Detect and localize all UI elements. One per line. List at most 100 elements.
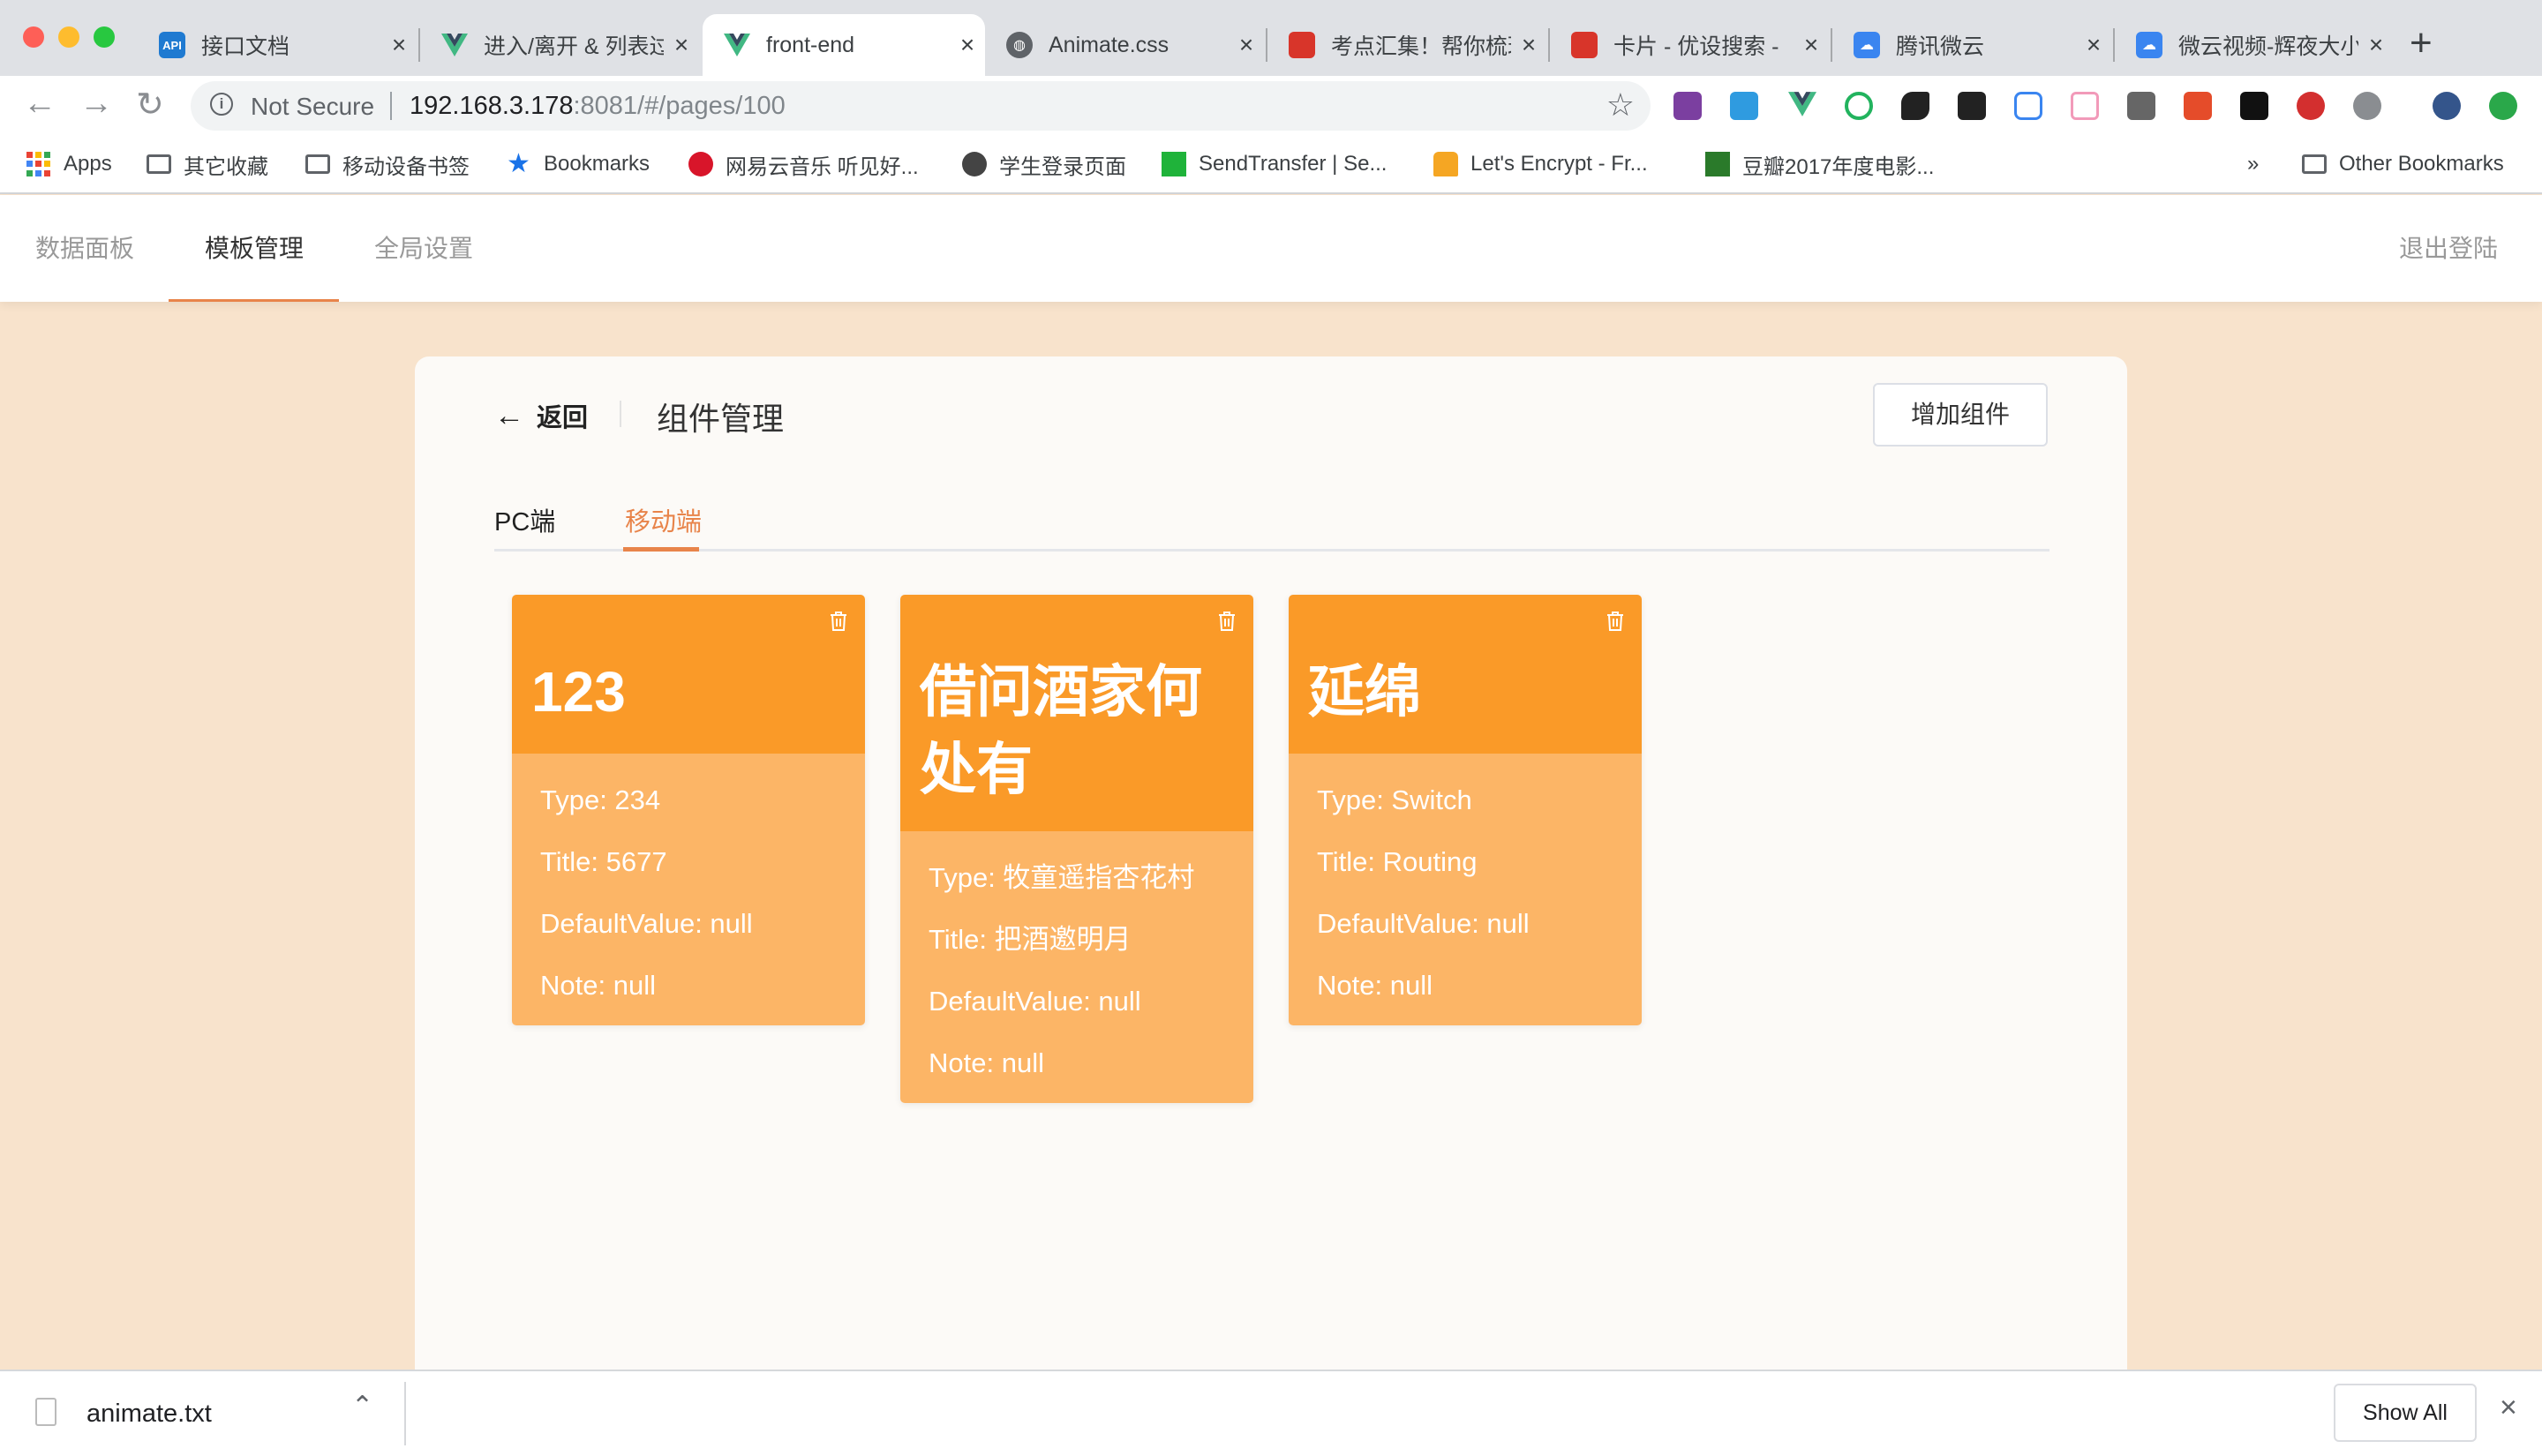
- bookmarks-overflow-button[interactable]: »: [2247, 148, 2259, 180]
- close-window-button[interactable]: [23, 26, 44, 48]
- card-header: 借问酒家何处有: [900, 595, 1253, 831]
- close-tab-icon[interactable]: ×: [950, 31, 985, 59]
- browser-tab[interactable]: API 接口文档 ×: [138, 14, 417, 76]
- close-tab-icon[interactable]: ×: [664, 31, 699, 59]
- bookmark-folder[interactable]: 移动设备书签: [305, 148, 470, 180]
- address-bar[interactable]: i Not Secure 192.168.3.178:8081/#/pages/…: [191, 81, 1651, 131]
- close-tab-icon[interactable]: ×: [1794, 31, 1829, 59]
- back-arrow-icon[interactable]: ←: [23, 85, 56, 123]
- trash-icon[interactable]: [1218, 611, 1236, 632]
- office-extension-icon[interactable]: [2184, 92, 2212, 120]
- screenshot-extension-icon[interactable]: [2127, 92, 2155, 120]
- bookmark-folder[interactable]: 其它收藏: [147, 148, 268, 180]
- bookmark-item[interactable]: 豆瓣2017年度电影...: [1705, 148, 1934, 180]
- close-tab-icon[interactable]: ×: [2076, 31, 2111, 59]
- onenote-extension-icon[interactable]: [1673, 92, 1702, 120]
- security-label[interactable]: Not Secure: [251, 93, 374, 121]
- chevron-up-icon[interactable]: ⌃: [351, 1391, 373, 1422]
- vue-icon: [724, 32, 750, 58]
- nav-template-management[interactable]: 模板管理: [205, 195, 304, 302]
- letsencrypt-icon: [1433, 152, 1458, 176]
- download-extension-icon[interactable]: [2353, 92, 2381, 120]
- browser-tab-active[interactable]: front-end ×: [703, 14, 985, 76]
- window-extension-icon[interactable]: [1730, 92, 1758, 120]
- browser-tab[interactable]: ◍ Animate.css ×: [985, 14, 1264, 76]
- tv-extension-icon[interactable]: [2071, 92, 2099, 120]
- download-file-name[interactable]: animate.txt: [86, 1400, 212, 1429]
- back-arrow-icon: ←: [494, 398, 524, 432]
- trash-icon[interactable]: [830, 611, 847, 632]
- logout-link[interactable]: 退出登陆: [2399, 195, 2498, 302]
- bird-extension-icon[interactable]: [1901, 92, 1929, 120]
- card-title-field: Title: 5677: [540, 846, 667, 877]
- component-management-panel: ← 返回 组件管理 增加组件 PC端 移动端 123 Type: 234 Tit…: [415, 356, 2127, 1371]
- vue-devtools-extension-icon[interactable]: [1788, 92, 1816, 120]
- browser-tab[interactable]: 考点汇集！帮你梳理 ×: [1267, 14, 1546, 76]
- close-tab-icon[interactable]: ×: [381, 31, 417, 59]
- update-icon[interactable]: [2489, 92, 2517, 120]
- app-header: 数据面板 模板管理 全局设置 退出登陆: [0, 195, 2542, 302]
- browser-tab[interactable]: ☁ 微云视频-辉夜大小姐 ×: [2115, 14, 2394, 76]
- reload-icon[interactable]: ↻: [136, 85, 164, 124]
- file-icon: [35, 1398, 56, 1426]
- forward-arrow-icon[interactable]: →: [79, 85, 113, 123]
- close-tab-icon[interactable]: ×: [2358, 31, 2394, 59]
- nav-global-settings[interactable]: 全局设置: [374, 195, 473, 302]
- tab-pc[interactable]: PC端: [494, 501, 555, 538]
- tampermonkey-extension-icon[interactable]: [1958, 92, 1986, 120]
- card-body: Type: 牧童遥指杏花村 Title: 把酒邀明月 DefaultValue:…: [900, 831, 1253, 1103]
- back-button[interactable]: ← 返回: [494, 397, 588, 434]
- tab-title: Animate.css: [1049, 32, 1169, 57]
- globe-icon: [962, 152, 987, 176]
- component-card[interactable]: 延绵 Type: Switch Title: Routing DefaultVa…: [1289, 595, 1642, 1025]
- card-note: Note: null: [1317, 970, 1433, 1001]
- shelf-divider: [404, 1382, 406, 1445]
- bookmark-label: Bookmarks: [544, 152, 651, 176]
- tab-title: 考点汇集！帮你梳理: [1331, 34, 1511, 59]
- browser-tab[interactable]: ☁ 腾讯微云 ×: [1832, 14, 2111, 76]
- sync-extension-icon[interactable]: [1845, 92, 1873, 120]
- card-default-value: DefaultValue: null: [1317, 908, 1530, 939]
- bookmark-label: 移动设备书签: [342, 154, 470, 179]
- cube-extension-icon[interactable]: [2014, 92, 2042, 120]
- browser-tab[interactable]: 卡片 - 优设搜索 - ×: [1550, 14, 1829, 76]
- back-label: 返回: [537, 404, 589, 432]
- card-default-value: DefaultValue: null: [540, 908, 753, 939]
- other-bookmarks-folder[interactable]: Other Bookmarks: [2302, 148, 2504, 180]
- close-icon[interactable]: ×: [2500, 1391, 2517, 1425]
- bookmark-item[interactable]: 网易云音乐 听见好...: [688, 148, 919, 180]
- bookmark-apps[interactable]: Apps: [26, 148, 112, 180]
- profile-avatar[interactable]: [2433, 92, 2461, 120]
- component-card[interactable]: 123 Type: 234 Title: 5677 DefaultValue: …: [512, 595, 865, 1025]
- close-tab-icon[interactable]: ×: [1229, 31, 1264, 59]
- bookmark-item[interactable]: Let's Encrypt - Fr...: [1433, 148, 1648, 180]
- tab-mobile[interactable]: 移动端: [625, 501, 702, 538]
- nav-dashboard[interactable]: 数据面板: [35, 195, 134, 302]
- new-tab-icon[interactable]: +: [2410, 21, 2433, 65]
- api-icon: API: [159, 32, 185, 58]
- bookmark-label: Other Bookmarks: [2339, 152, 2504, 176]
- bookmark-label: 网易云音乐 听见好...: [726, 154, 919, 179]
- url-text[interactable]: 192.168.3.178:8081/#/pages/100: [410, 92, 786, 121]
- bookmark-item[interactable]: 学生登录页面: [962, 148, 1126, 180]
- trash-icon[interactable]: [1606, 611, 1624, 632]
- close-tab-icon[interactable]: ×: [1511, 31, 1546, 59]
- tab-title: 进入/离开 & 列表过渡: [484, 34, 664, 59]
- bookmark-item[interactable]: SendTransfer | Se...: [1162, 148, 1387, 180]
- bookmarks-bar: Apps 其它收藏 移动设备书签 ★ Bookmarks 网易云音乐 听见好..…: [0, 136, 2542, 194]
- tab-title: 卡片 - 优设搜索 -: [1613, 34, 1779, 59]
- vue-icon: [441, 32, 468, 58]
- info-icon[interactable]: i: [210, 93, 233, 116]
- minimize-window-button[interactable]: [58, 26, 79, 48]
- adblock-plus-extension-icon[interactable]: [2297, 92, 2325, 120]
- component-card[interactable]: 借问酒家何处有 Type: 牧童遥指杏花村 Title: 把酒邀明月 Defau…: [900, 595, 1253, 1103]
- page-title: 组件管理: [657, 401, 785, 437]
- bookmark-item[interactable]: ★ Bookmarks: [507, 148, 650, 180]
- zoom-window-button[interactable]: [94, 26, 115, 48]
- binary-extension-icon[interactable]: [2240, 92, 2268, 120]
- show-all-button[interactable]: Show All: [2334, 1384, 2477, 1442]
- add-component-button[interactable]: 增加组件: [1873, 383, 2048, 447]
- browser-tab[interactable]: 进入/离开 & 列表过渡 ×: [420, 14, 699, 76]
- bookmark-star-icon[interactable]: ☆: [1606, 86, 1635, 124]
- card-default-value: DefaultValue: null: [929, 986, 1141, 1017]
